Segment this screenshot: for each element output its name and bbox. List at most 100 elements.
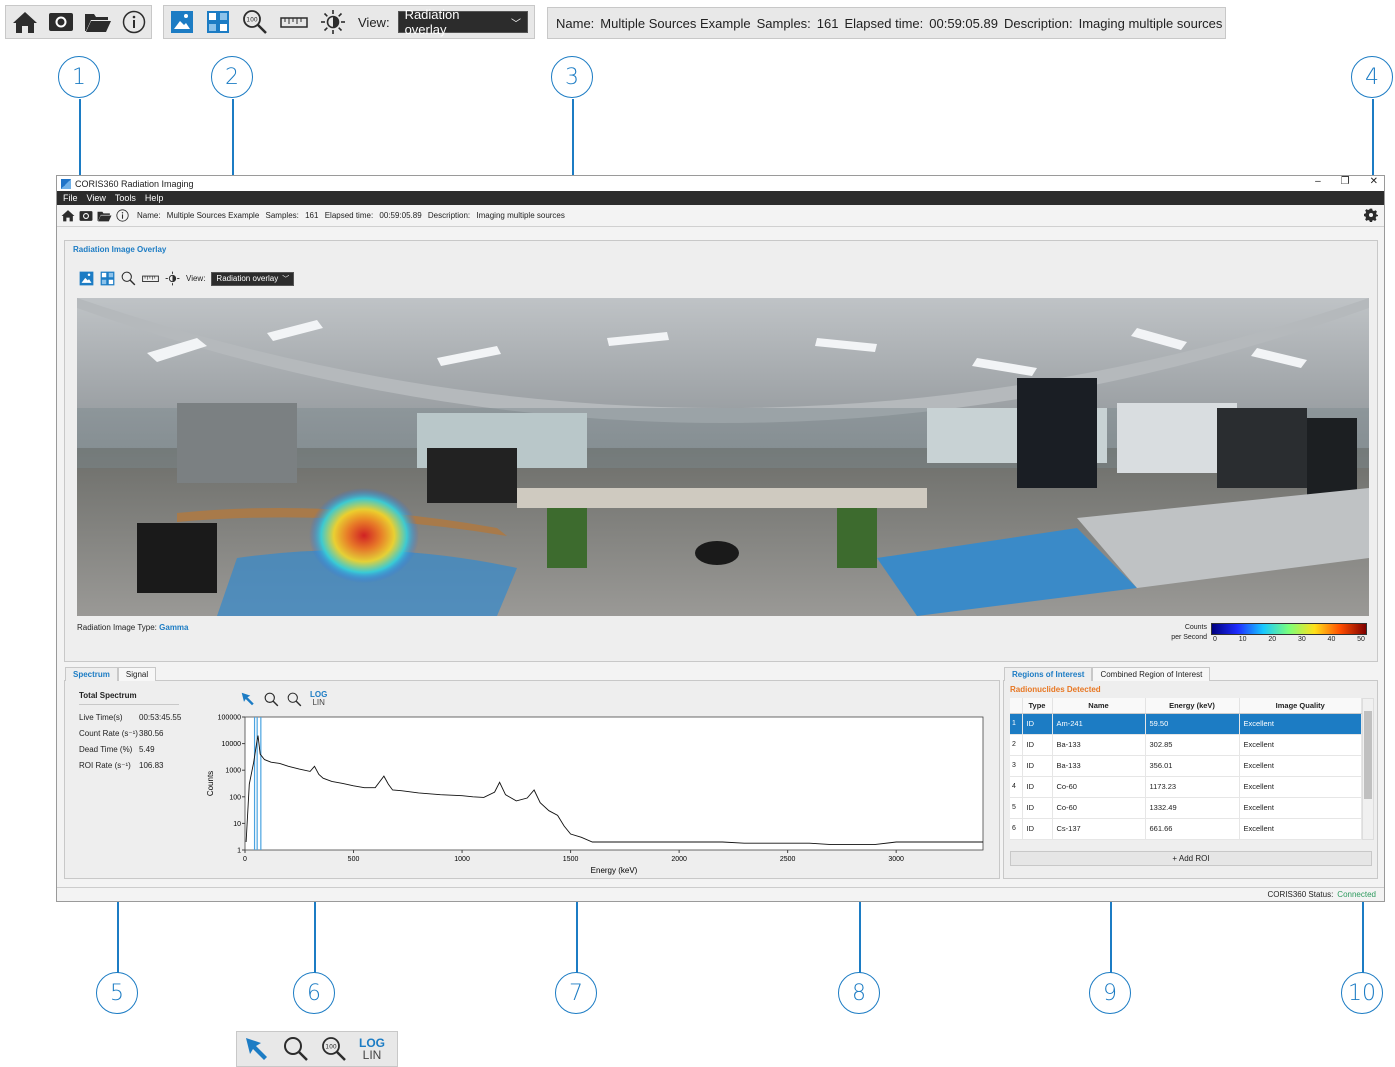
zoom-100-icon[interactable]: [287, 692, 302, 707]
table-row[interactable]: 3 ID Ba-133 356.01 Excellent: [1010, 755, 1362, 777]
heatmap-grid-icon[interactable]: [206, 10, 230, 34]
cell-quality: Excellent: [1239, 713, 1362, 735]
gear-icon[interactable]: [1364, 208, 1378, 222]
name-value: Multiple Sources Example: [600, 15, 751, 31]
chevron-down-icon: ﹀: [511, 18, 521, 30]
stat-label: Count Rate (s⁻¹): [79, 728, 138, 738]
add-roi-button[interactable]: + Add ROI: [1010, 851, 1372, 866]
title-bar: CORIS360 Radiation Imaging – ❐ ✕: [57, 176, 1384, 191]
x-tick-label: 0: [243, 856, 247, 863]
elapsed-value: 00:59:05.89: [929, 15, 998, 31]
close-button[interactable]: ✕: [1370, 176, 1378, 187]
status-label: CORIS360 Status:: [1267, 890, 1334, 899]
view-select[interactable]: Radiation overlay ﹀: [211, 271, 295, 286]
camera-icon[interactable]: [79, 210, 93, 222]
zoom-100-icon[interactable]: 100: [242, 9, 268, 35]
brightness-icon[interactable]: [320, 9, 346, 35]
description-value: Imaging multiple sources: [476, 211, 565, 220]
spectrum-stats: Total Spectrum Live Time(s) 00:53:45.55 C…: [79, 691, 181, 773]
table-row[interactable]: 1 ID Am-241 59.50 Excellent: [1010, 713, 1362, 735]
stat-label: Live Time(s): [79, 712, 123, 722]
x-tick-label: 1500: [563, 856, 579, 863]
image-icon[interactable]: [170, 10, 194, 34]
menu-file[interactable]: File: [63, 193, 78, 203]
column-header[interactable]: Image Quality: [1239, 698, 1362, 714]
info-icon[interactable]: [122, 10, 146, 34]
lin-label: LIN: [312, 698, 325, 707]
brightness-icon[interactable]: [165, 271, 180, 286]
log-lin-toggle[interactable]: LOG LIN: [310, 691, 327, 707]
colorbar-tick: 50: [1357, 636, 1365, 643]
panorama-image[interactable]: [77, 298, 1369, 616]
samples-label: Samples:: [265, 211, 299, 220]
callout-7: 7: [555, 972, 597, 1014]
row-number: 3: [1010, 755, 1023, 777]
heatmap-grid-icon[interactable]: [100, 271, 115, 286]
pointer-arrow-icon[interactable]: [243, 1035, 271, 1063]
image-toolbar: View: Radiation overlay ﹀: [79, 271, 295, 286]
menu-help[interactable]: Help: [145, 193, 164, 203]
scrollbar-thumb[interactable]: [1364, 711, 1372, 799]
ruler-icon[interactable]: [280, 15, 308, 29]
roi-scrollbar[interactable]: [1362, 698, 1374, 840]
image-icon[interactable]: [79, 271, 94, 286]
tab-regions-of-interest[interactable]: Regions of Interest: [1004, 667, 1093, 681]
table-row[interactable]: 2 ID Ba-133 302.85 Excellent: [1010, 734, 1362, 756]
menu-view[interactable]: View: [87, 193, 106, 203]
zoom-plot-toolbar: 100 LOG LIN: [236, 1031, 398, 1067]
y-tick-label: 100: [229, 794, 241, 801]
cell-quality: Excellent: [1239, 818, 1362, 840]
plot-toolbar: LOG LIN: [240, 691, 327, 707]
info-icon[interactable]: [116, 209, 129, 222]
zoom-icon[interactable]: [283, 1036, 309, 1062]
elapsed-value: 00:59:05.89: [379, 211, 422, 220]
callout-5: 5: [96, 972, 138, 1014]
column-header[interactable]: Type: [1022, 698, 1053, 714]
zoom-icon[interactable]: [264, 692, 279, 707]
tab-combined-roi[interactable]: Combined Region of Interest: [1092, 667, 1211, 681]
camera-icon[interactable]: [48, 11, 74, 33]
spectrum-plot[interactable]: 0 500 1000 1500 2000 2500 3000 1 10 100 1000 10000 1…: [205, 711, 995, 876]
log-lin-toggle[interactable]: LOG LIN: [359, 1037, 385, 1061]
cell-quality: Excellent: [1239, 797, 1362, 819]
colorbar-tick: 20: [1268, 636, 1277, 643]
menu-tools[interactable]: Tools: [115, 193, 136, 203]
folder-open-icon[interactable]: [84, 11, 112, 33]
image-type-value: Gamma: [159, 623, 189, 632]
ruler-icon[interactable]: [142, 274, 159, 283]
callout-4: 4: [1351, 56, 1393, 98]
cell-energy: 356.01: [1145, 755, 1240, 777]
zoom-100-icon[interactable]: 100: [321, 1036, 347, 1062]
cell-name: Co-60: [1052, 776, 1146, 798]
pointer-arrow-icon[interactable]: [240, 691, 256, 707]
tab-signal[interactable]: Signal: [117, 667, 157, 681]
tab-spectrum[interactable]: Spectrum: [65, 667, 118, 681]
status-value: Connected: [1337, 890, 1376, 899]
y-tick-label: 10: [233, 821, 241, 828]
table-row[interactable]: 5 ID Co-60 1332.49 Excellent: [1010, 797, 1362, 819]
callout-6: 6: [293, 972, 335, 1014]
x-axis-label: Energy (keV): [591, 866, 638, 875]
column-header[interactable]: Name: [1052, 698, 1146, 714]
table-row[interactable]: 6 ID Cs-137 661.66 Excellent: [1010, 818, 1362, 840]
folder-open-icon[interactable]: [97, 210, 112, 222]
minimize-button[interactable]: –: [1315, 176, 1321, 187]
lin-label: LIN: [362, 1048, 382, 1062]
x-tick-label: 2500: [780, 856, 796, 863]
view-label: View:: [186, 274, 206, 283]
callout-1: 1: [58, 56, 100, 98]
home-icon[interactable]: [61, 209, 75, 222]
cell-type: ID: [1022, 734, 1053, 756]
restore-button[interactable]: ❐: [1341, 176, 1350, 187]
table-row[interactable]: 4 ID Co-60 1173.23 Excellent: [1010, 776, 1362, 798]
roi-panel: Regions of Interest Combined Region of I…: [1003, 667, 1378, 879]
cell-energy: 59.50: [1145, 713, 1240, 735]
home-icon[interactable]: [12, 10, 38, 34]
view-select[interactable]: Radiation overlay ﹀: [397, 7, 528, 37]
app-window: CORIS360 Radiation Imaging – ❐ ✕ File Vi…: [56, 175, 1385, 902]
column-header[interactable]: Energy (keV): [1145, 698, 1240, 714]
cell-type: ID: [1022, 797, 1053, 819]
zoom-100-icon[interactable]: [121, 271, 136, 286]
leader-line: [1362, 893, 1364, 973]
cell-energy: 302.85: [1145, 734, 1240, 756]
